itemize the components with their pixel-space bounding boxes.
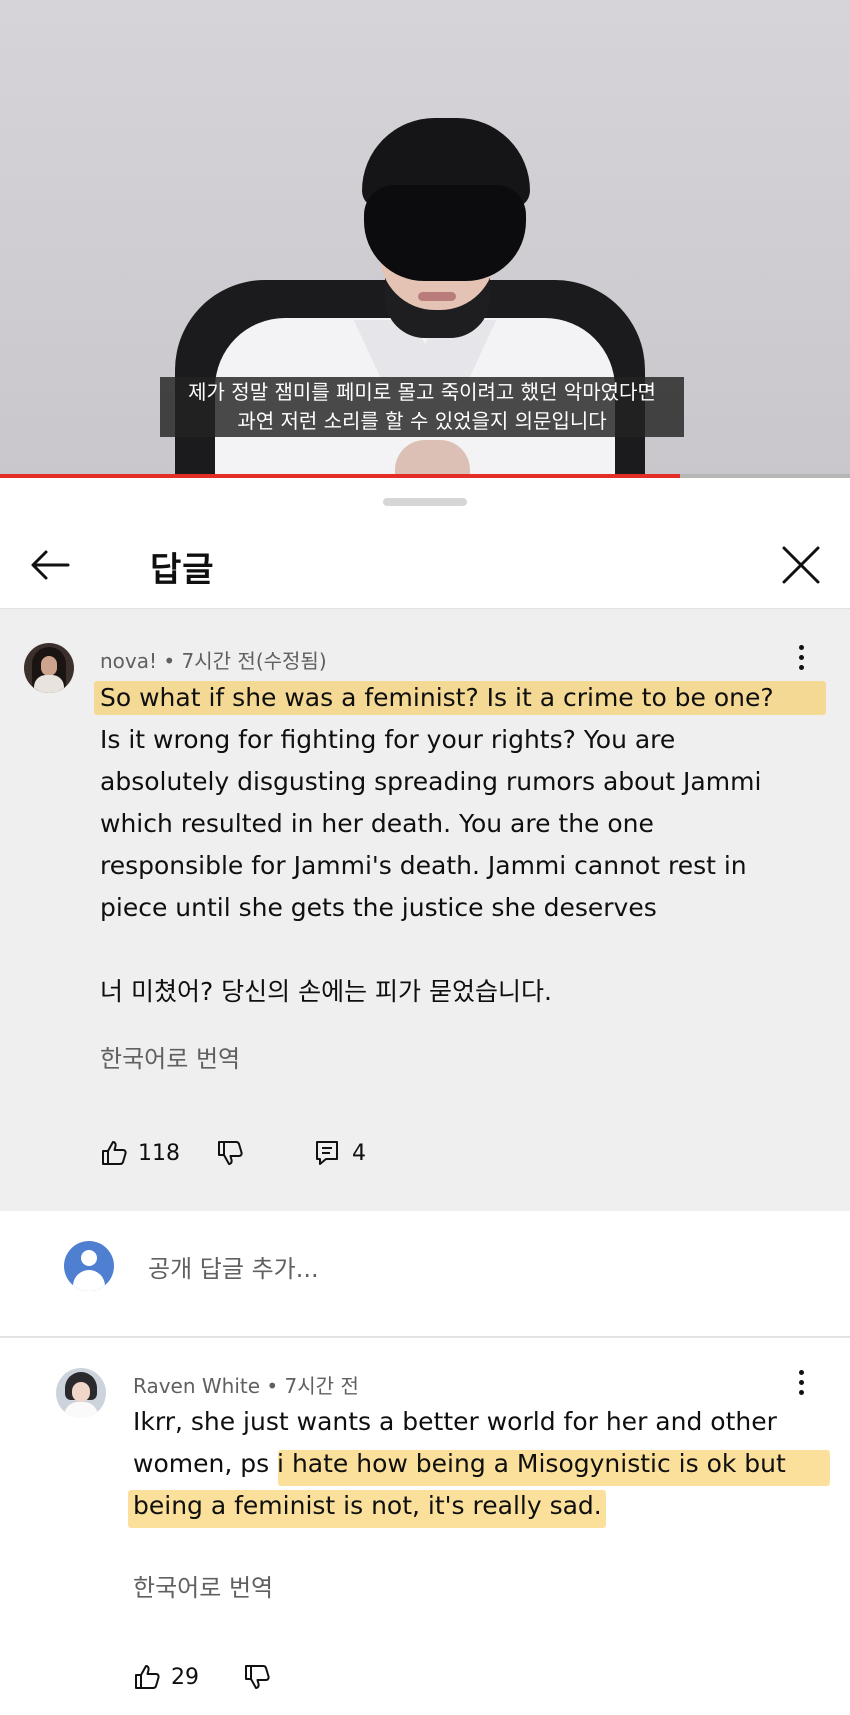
- back-arrow-icon[interactable]: [28, 543, 72, 587]
- reply-text: Ikrr, she just wants a better world for …: [133, 1407, 786, 1520]
- page-title: 답글: [150, 550, 215, 590]
- parent-comment: nova! • 7시간 전(수정됨) So what if she was a …: [0, 608, 850, 1212]
- like-count: 118: [138, 1140, 180, 1166]
- subtitle-line-2: 과연 저런 소리를 할 수 있었을지 의문입니다: [237, 409, 607, 433]
- sheet-header: 답글: [0, 518, 850, 608]
- reply-composer: 공개 답글 추가...: [0, 1211, 850, 1336]
- avatar-face: [41, 656, 57, 676]
- thumbs-down-icon: [243, 1663, 271, 1691]
- reply-avatar-face: [72, 1382, 90, 1402]
- user-avatar-body: [73, 1270, 105, 1291]
- thumbs-up-icon: [133, 1663, 161, 1691]
- video-subtitle: 제가 정말 잼미를 페미로 몰고 죽이려고 했던 악마였다면 과연 저런 소리를…: [160, 377, 684, 437]
- comment-author[interactable]: nova!: [100, 649, 157, 673]
- comment-actions: 118 4: [100, 1139, 366, 1167]
- translate-link[interactable]: 한국어로 번역: [100, 1039, 240, 1074]
- reply-like-button[interactable]: 29: [133, 1663, 199, 1691]
- comment-meta: nova! • 7시간 전(수정됨): [100, 645, 327, 674]
- user-avatar-head: [81, 1250, 97, 1266]
- more-options-icon[interactable]: [797, 645, 805, 673]
- reply-translate-link[interactable]: 한국어로 번역: [133, 1568, 273, 1603]
- reply-more-options-icon[interactable]: [797, 1370, 805, 1398]
- user-avatar-icon: [64, 1241, 114, 1291]
- divider: [0, 1336, 850, 1338]
- reply-meta: Raven White • 7시간 전: [133, 1370, 359, 1399]
- thumbs-down-icon: [216, 1139, 244, 1167]
- close-icon[interactable]: [778, 542, 824, 588]
- reply-like-count: 29: [171, 1664, 199, 1690]
- comment-text: So what if she was a feminist? Is it a c…: [100, 683, 774, 1006]
- replies-sheet: 답글 nova! • 7시간 전(수정됨) So what if she was…: [0, 478, 850, 1715]
- reply-actions: 29: [133, 1663, 271, 1691]
- reply-author[interactable]: Raven White: [133, 1374, 260, 1398]
- video-frame-eye-mask: [364, 185, 526, 281]
- avatar[interactable]: [24, 643, 74, 693]
- subtitle-line-1: 제가 정말 잼미를 페미로 몰고 죽이려고 했던 악마였다면: [188, 380, 656, 404]
- thumbs-up-icon: [100, 1139, 128, 1167]
- reply-time: • 7시간 전: [266, 1374, 359, 1398]
- reply-avatar-body: [64, 1402, 98, 1418]
- reply-count: 4: [352, 1140, 366, 1166]
- reply-input[interactable]: 공개 답글 추가...: [148, 1249, 319, 1284]
- video-frame-hand: [395, 440, 470, 478]
- comment-icon: [314, 1139, 340, 1167]
- video-player[interactable]: 제가 정말 잼미를 페미로 몰고 죽이려고 했던 악마였다면 과연 저런 소리를…: [0, 0, 850, 478]
- video-frame-mouth: [418, 292, 456, 301]
- dislike-button[interactable]: [216, 1139, 244, 1167]
- replies-button[interactable]: 4: [314, 1139, 366, 1167]
- comment-time: • 7시간 전(수정됨): [163, 649, 327, 673]
- reply-dislike-button[interactable]: [243, 1663, 271, 1691]
- avatar-body: [34, 675, 64, 693]
- like-button[interactable]: 118: [100, 1139, 180, 1167]
- sheet-drag-handle[interactable]: [383, 498, 467, 506]
- reply-avatar[interactable]: [56, 1368, 106, 1418]
